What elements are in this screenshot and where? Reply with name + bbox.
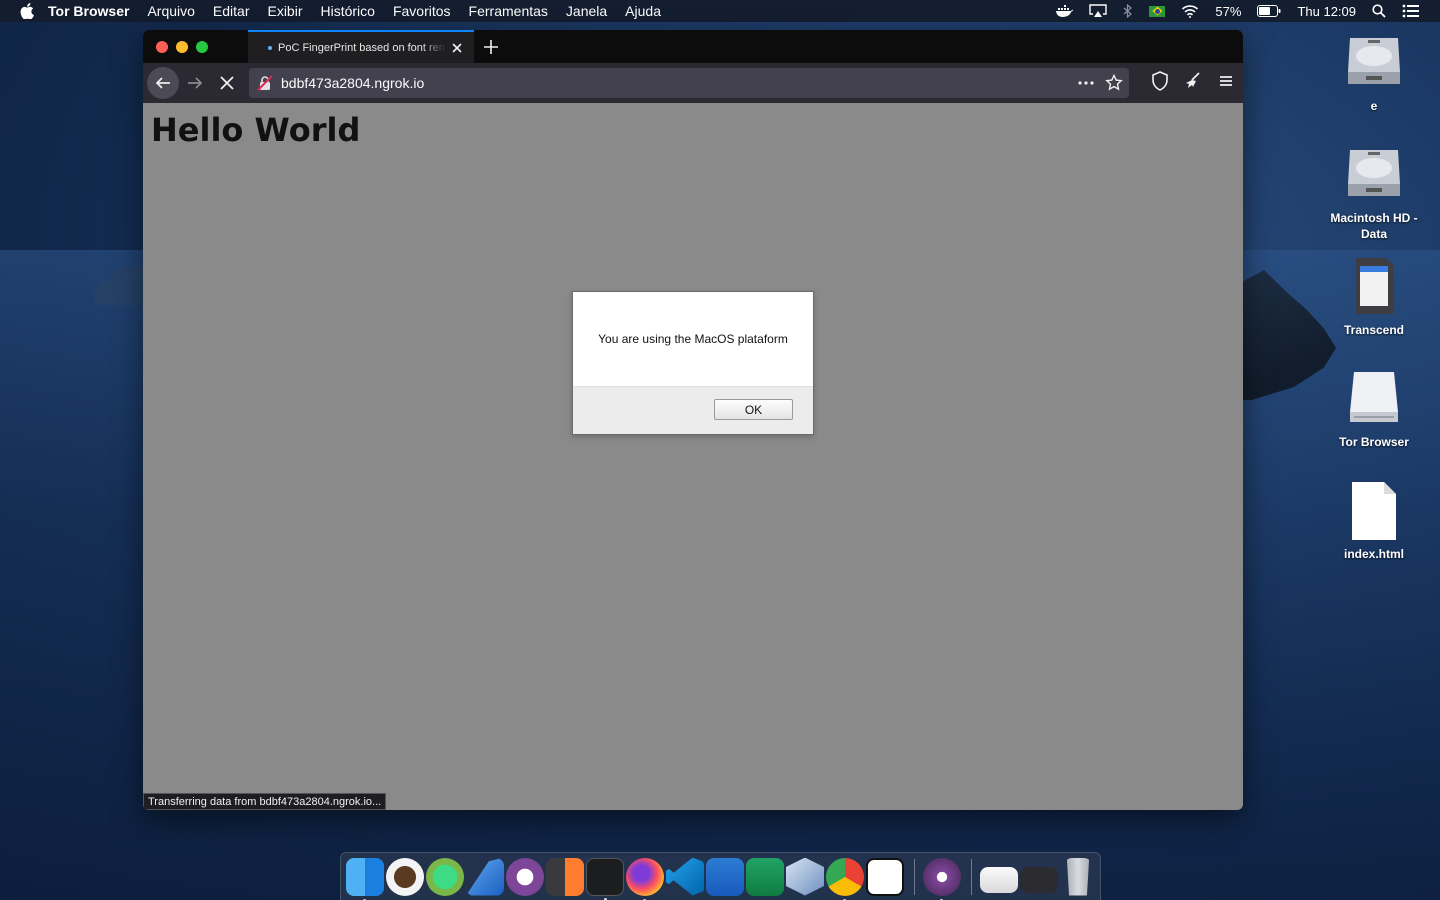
menu-favoritos[interactable]: Favoritos bbox=[393, 3, 451, 19]
desktop-icon-index-html[interactable]: index.html bbox=[1319, 480, 1429, 562]
dock-virtualbox-icon[interactable] bbox=[786, 857, 824, 896]
window-minimize-button[interactable] bbox=[176, 40, 188, 53]
dock-sublime-merge-icon[interactable] bbox=[546, 857, 584, 896]
dock-chrome-icon[interactable] bbox=[826, 857, 864, 900]
apple-icon[interactable] bbox=[20, 3, 34, 19]
dock-separator bbox=[971, 858, 972, 895]
desktop-icon-tor-browser[interactable]: Tor Browser bbox=[1319, 368, 1429, 450]
nav-toolbar: bdbf473a2804.ngrok.io bbox=[143, 63, 1243, 103]
dock-separator bbox=[914, 858, 915, 895]
dock-sequel-ace-icon[interactable] bbox=[386, 857, 424, 896]
url-bar[interactable]: bdbf473a2804.ngrok.io bbox=[249, 68, 1129, 98]
hamburger-menu-icon[interactable] bbox=[1217, 72, 1235, 90]
docker-icon[interactable] bbox=[1055, 4, 1074, 18]
security-shield-icon[interactable] bbox=[1151, 71, 1169, 91]
page-heading: Hello World bbox=[151, 111, 361, 149]
page-actions-icon[interactable] bbox=[1077, 74, 1095, 92]
menu-editar[interactable]: Editar bbox=[213, 3, 250, 19]
hard-drive-icon bbox=[1348, 150, 1400, 196]
tab-bar: PoC FingerPrint based on font rendering bbox=[143, 30, 1243, 63]
alert-message: You are using the MacOS plataform bbox=[598, 332, 788, 346]
window-zoom-button[interactable] bbox=[196, 40, 208, 53]
back-arrow-icon bbox=[155, 77, 170, 89]
dock-wireshark-icon[interactable] bbox=[466, 857, 504, 896]
alert-footer: OK bbox=[573, 386, 813, 434]
menu-janela[interactable]: Janela bbox=[566, 3, 607, 19]
airplay-icon[interactable] bbox=[1089, 4, 1108, 18]
menu-extras: 57% Thu 12:09 bbox=[1055, 0, 1420, 22]
dock bbox=[340, 852, 1101, 900]
desktop-icon-transcend[interactable]: Transcend bbox=[1319, 256, 1429, 338]
desktop-icon-label: e bbox=[1370, 99, 1378, 113]
url-text: bdbf473a2804.ngrok.io bbox=[281, 75, 425, 91]
dock-android-studio-icon[interactable] bbox=[426, 857, 464, 896]
dock-word-icon[interactable] bbox=[706, 857, 744, 896]
menu-app-name[interactable]: Tor Browser bbox=[48, 3, 129, 19]
menu-bar: Tor Browser Arquivo Editar Exibir Histór… bbox=[0, 0, 1440, 22]
tab-close-icon[interactable] bbox=[450, 41, 464, 55]
document-icon bbox=[1352, 482, 1396, 540]
dock-tor-browser-icon[interactable] bbox=[923, 857, 961, 900]
stop-loading-icon bbox=[220, 76, 234, 90]
desktop-icon-label: Transcend bbox=[1343, 323, 1405, 337]
status-panel: Transferring data from bdbf473a2804.ngro… bbox=[143, 793, 387, 810]
window-controls bbox=[156, 40, 248, 53]
tab-title: PoC FingerPrint based on font rendering bbox=[278, 41, 446, 54]
desktop-icon-label: index.html bbox=[1343, 547, 1404, 561]
battery-percent[interactable]: 57% bbox=[1215, 4, 1241, 19]
dock-excel-icon[interactable] bbox=[746, 857, 784, 896]
desktop-icon-macintosh-hd-data[interactable]: Macintosh HD - Data bbox=[1319, 144, 1429, 242]
forward-button[interactable] bbox=[179, 67, 211, 99]
notification-center-icon[interactable] bbox=[1402, 4, 1420, 18]
dock-firefox-icon[interactable] bbox=[626, 857, 664, 900]
back-button[interactable] bbox=[147, 67, 179, 99]
forward-arrow-icon bbox=[188, 77, 203, 89]
bookmark-star-icon[interactable] bbox=[1105, 74, 1123, 92]
menu-ferramentas[interactable]: Ferramentas bbox=[469, 3, 548, 19]
insecure-lock-icon[interactable] bbox=[257, 75, 273, 91]
desktop-icon-e[interactable]: e bbox=[1319, 32, 1429, 114]
menu-historico[interactable]: Histórico bbox=[321, 3, 375, 19]
dock-vscode-window-icon[interactable] bbox=[1020, 866, 1058, 893]
battery-icon[interactable] bbox=[1257, 5, 1281, 17]
menu-clock[interactable]: Thu 12:09 bbox=[1297, 4, 1356, 19]
dock-trash-icon[interactable] bbox=[1066, 857, 1090, 896]
desktop-icon-label: Tor Browser bbox=[1339, 435, 1409, 449]
browser-window: PoC FingerPrint based on font rendering … bbox=[143, 30, 1243, 810]
menu-arquivo[interactable]: Arquivo bbox=[147, 3, 194, 19]
dock-notion-icon[interactable] bbox=[866, 857, 904, 896]
bluetooth-icon[interactable] bbox=[1123, 4, 1133, 18]
dock-tor-icon[interactable] bbox=[506, 857, 544, 896]
web-page-content: Hello World You are using the MacOS plat… bbox=[143, 103, 1243, 810]
spotlight-search-icon[interactable] bbox=[1372, 4, 1386, 18]
dock-finder-icon[interactable] bbox=[346, 857, 384, 900]
toolbar-right bbox=[1151, 71, 1235, 91]
dock-screenshot-window-icon[interactable] bbox=[980, 866, 1018, 893]
alert-dialog: You are using the MacOS plataform OK bbox=[572, 291, 814, 435]
new-identity-broom-icon[interactable] bbox=[1183, 71, 1203, 91]
hard-drive-icon bbox=[1348, 38, 1400, 84]
tab-loading-icon bbox=[268, 46, 272, 50]
new-tab-icon[interactable] bbox=[482, 38, 500, 56]
sd-card-icon bbox=[1356, 258, 1394, 314]
disk-image-icon bbox=[1350, 372, 1398, 422]
menu-ajuda[interactable]: Ajuda bbox=[625, 3, 661, 19]
tab-active[interactable]: PoC FingerPrint based on font rendering bbox=[248, 30, 474, 63]
dock-vscode-icon[interactable] bbox=[666, 857, 704, 896]
menu-exibir[interactable]: Exibir bbox=[267, 3, 302, 19]
url-bar-actions bbox=[1077, 74, 1123, 92]
stop-button[interactable] bbox=[211, 67, 243, 99]
wifi-icon[interactable] bbox=[1181, 4, 1199, 18]
dock-terminal-icon[interactable] bbox=[586, 857, 624, 900]
desktop-icon-label: Macintosh HD - Data bbox=[1330, 211, 1418, 241]
alert-ok-button[interactable]: OK bbox=[714, 399, 793, 420]
window-close-button[interactable] bbox=[156, 40, 168, 53]
input-source-flag-icon[interactable] bbox=[1149, 5, 1166, 17]
